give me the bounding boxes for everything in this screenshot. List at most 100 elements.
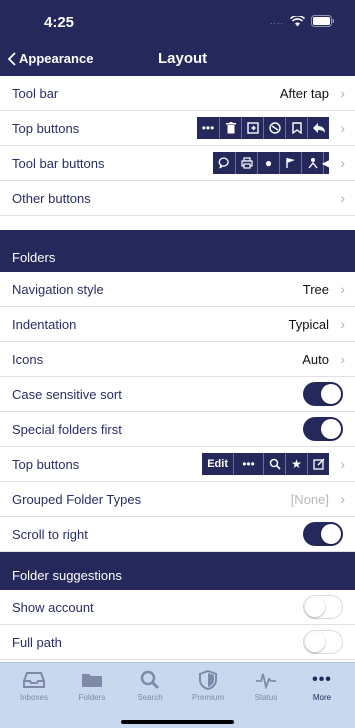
row-other-buttons[interactable]: Other buttons ›	[0, 181, 355, 216]
more-icon: •••	[312, 671, 332, 688]
spam-icon	[263, 117, 285, 139]
search-icon	[121, 669, 179, 691]
row-label: Full path	[12, 634, 62, 650]
more-dots-icon: •••	[233, 453, 263, 475]
back-button[interactable]: Appearance	[8, 51, 93, 66]
row-navigation-style[interactable]: Navigation style Tree ›	[0, 272, 355, 307]
edit-button: Edit	[207, 458, 228, 470]
row-label: Tool bar	[12, 85, 59, 101]
chevron-right-icon: ›	[340, 491, 345, 507]
home-indicator	[121, 720, 234, 724]
special-folders-first-toggle[interactable]	[303, 417, 343, 441]
tool-bar-buttons-strip[interactable]: ● ◀	[213, 152, 331, 174]
row-case-sensitive-sort: Case sensitive sort	[0, 377, 355, 412]
settings-list[interactable]: Tool bar After tap › Top buttons ••• › T…	[0, 76, 355, 662]
chevron-right-icon: ›	[340, 456, 345, 472]
compose-icon	[307, 453, 329, 475]
print-icon	[235, 152, 257, 174]
tab-inboxes[interactable]: Inboxes	[5, 669, 63, 702]
row-special-folders-first: Special folders first	[0, 412, 355, 447]
dot-icon: ●	[257, 152, 279, 174]
tab-label: Status	[254, 693, 278, 702]
row-full-path: Full path	[0, 625, 355, 660]
search-icon	[263, 453, 285, 475]
chevron-right-icon: ›	[340, 190, 345, 206]
toggle-knob	[305, 631, 325, 652]
tab-label: Premium	[191, 693, 224, 702]
row-icons[interactable]: Icons Auto ›	[0, 342, 355, 377]
shield-icon	[179, 669, 237, 691]
row-label: Indentation	[12, 316, 77, 332]
tab-label: Inboxes	[19, 693, 49, 702]
row-show-account: Show account	[0, 590, 355, 625]
row-value: Typical	[288, 316, 329, 332]
tab-folders[interactable]: Folders	[63, 669, 121, 702]
partial-button-icon: ◀	[322, 152, 331, 174]
folder-top-buttons-strip[interactable]: Edit ••• ★	[202, 453, 329, 475]
row-value: Tree	[302, 281, 329, 297]
row-folder-top-buttons[interactable]: Top buttons Edit ••• ★ ›	[0, 447, 355, 482]
tab-status[interactable]: Status	[237, 669, 295, 702]
toggle-knob	[305, 596, 325, 617]
flag-icon	[279, 152, 301, 174]
row-label: Show account	[12, 599, 94, 615]
signal-icon: ....	[269, 16, 284, 26]
row-tool-bar[interactable]: Tool bar After tap ›	[0, 76, 355, 111]
row-value: After tap	[279, 85, 329, 101]
row-indentation[interactable]: Indentation Typical ›	[0, 307, 355, 342]
speech-bubble-icon	[213, 152, 235, 174]
toggle-knob	[321, 419, 341, 439]
row-label: Top buttons	[12, 120, 80, 136]
section-header-folder-suggestions: Folder suggestions	[0, 552, 355, 590]
show-account-toggle[interactable]	[303, 595, 343, 619]
top-buttons-strip[interactable]: •••	[197, 117, 329, 139]
trash-icon	[219, 117, 241, 139]
row-label: Grouped Folder Types	[12, 491, 142, 507]
back-label: Appearance	[19, 51, 94, 66]
row-tool-bar-buttons[interactable]: Tool bar buttons ● ◀ ›	[0, 146, 355, 181]
full-path-toggle[interactable]	[303, 630, 343, 654]
row-label: Other buttons	[12, 190, 91, 206]
chevron-right-icon: ›	[340, 316, 345, 332]
status-bar: 4:25 ....	[0, 0, 355, 44]
star-icon: ★	[285, 453, 307, 475]
inbox-icon	[5, 669, 63, 691]
chevron-right-icon: ›	[340, 85, 345, 101]
tab-label: Folders	[78, 693, 106, 702]
row-label: Navigation style	[12, 281, 104, 297]
battery-icon	[311, 15, 335, 27]
chevron-right-icon: ›	[340, 120, 345, 136]
wifi-icon	[290, 15, 305, 27]
row-label: Icons	[12, 351, 44, 367]
section-header-folders: Folders	[0, 230, 355, 272]
folder-icon	[63, 669, 121, 691]
status-time: 4:25	[44, 14, 75, 31]
row-grouped-folder-types[interactable]: Grouped Folder Types [None] ›	[0, 482, 355, 517]
reply-icon	[307, 117, 329, 139]
scroll-to-right-toggle[interactable]	[303, 522, 343, 546]
chevron-left-icon	[8, 51, 16, 66]
row-top-buttons[interactable]: Top buttons ••• ›	[0, 111, 355, 146]
tab-label: More	[312, 693, 332, 702]
status-icons: ....	[270, 15, 335, 27]
case-sensitive-sort-toggle[interactable]	[303, 382, 343, 406]
chevron-right-icon: ›	[340, 351, 345, 367]
move-icon	[241, 117, 263, 139]
row-label: Special folders first	[12, 421, 122, 437]
more-dots-icon: •••	[201, 121, 215, 135]
tab-more[interactable]: ••• More	[293, 669, 351, 702]
tab-search[interactable]: Search	[121, 669, 179, 702]
tab-label: Search	[137, 693, 163, 702]
row-value: Auto	[302, 351, 329, 367]
pulse-icon	[237, 669, 295, 691]
tab-bar: Inboxes Folders Search Premium Status ••…	[0, 662, 355, 728]
row-label: Scroll to right	[12, 526, 88, 542]
row-value: [None]	[290, 491, 329, 507]
chevron-right-icon: ›	[340, 155, 345, 171]
tab-premium[interactable]: Premium	[179, 669, 237, 702]
toggle-knob	[321, 384, 341, 404]
page-title: Layout	[158, 50, 208, 67]
nav-bar: Appearance Layout	[0, 44, 355, 76]
row-label: Top buttons	[12, 456, 80, 472]
row-label: Case sensitive sort	[12, 386, 122, 402]
